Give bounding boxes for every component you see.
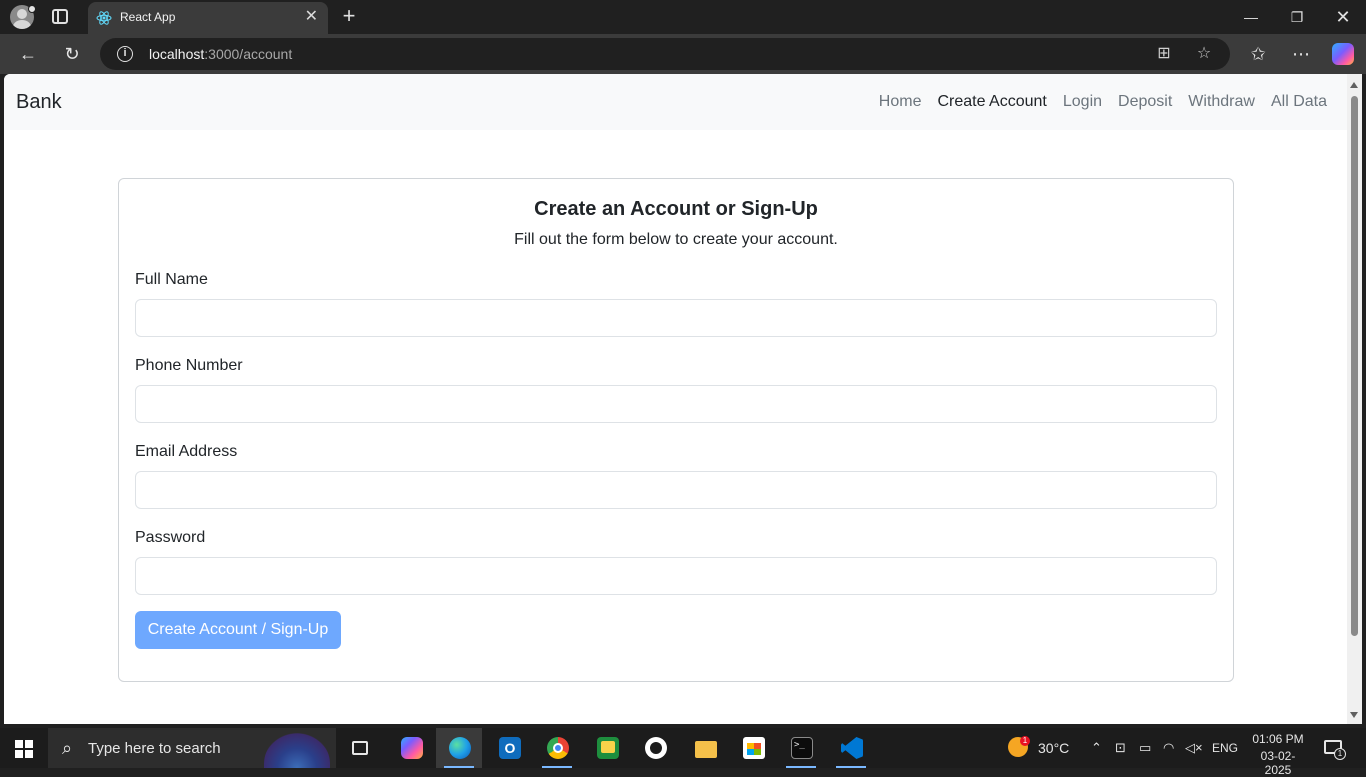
nav-link-all-data[interactable]: All Data (1271, 93, 1327, 111)
minimize-icon[interactable]: — (1228, 0, 1274, 34)
page-viewport: Bank Home Create Account Login Deposit W… (4, 74, 1347, 724)
tab-actions-icon[interactable] (52, 9, 68, 24)
battery-icon[interactable]: ▭ (1139, 740, 1151, 756)
tab-title: React App (120, 10, 176, 24)
search-highlight-image (264, 732, 330, 768)
github-taskbar-icon[interactable] (632, 728, 678, 768)
password-label: Password (135, 529, 206, 546)
file-explorer-taskbar-icon[interactable] (682, 728, 728, 768)
copilot-taskbar-icon[interactable] (388, 728, 434, 768)
nav-link-deposit[interactable]: Deposit (1118, 93, 1172, 111)
email-address-label: Email Address (135, 443, 238, 460)
scrollbar-thumb[interactable] (1351, 96, 1358, 636)
restore-icon[interactable]: ❐ (1274, 0, 1320, 34)
nav-link-login[interactable]: Login (1063, 93, 1102, 111)
navbar-brand[interactable]: Bank (16, 91, 62, 114)
copilot-icon[interactable] (1332, 43, 1354, 65)
phone-number-label: Phone Number (135, 357, 243, 374)
search-placeholder: Type here to search (88, 740, 221, 757)
classroom-taskbar-icon[interactable] (584, 728, 630, 768)
meet-now-icon[interactable]: ⊡ (1115, 740, 1126, 756)
speaker-muted-icon[interactable]: ◁× (1185, 740, 1203, 756)
phone-number-input[interactable] (135, 385, 1217, 423)
address-bar[interactable]: i localhost:3000/account ⊞ ☆ (100, 38, 1230, 70)
favorite-star-icon[interactable]: ☆ (1194, 44, 1214, 64)
create-account-button[interactable]: Create Account / Sign-Up (135, 611, 341, 649)
search-icon: ⌕ (62, 738, 73, 758)
task-view-icon[interactable] (338, 728, 384, 768)
notification-count-badge: 1 (1334, 748, 1346, 760)
navbar: Bank Home Create Account Login Deposit W… (4, 74, 1347, 130)
site-info-icon[interactable]: i (117, 46, 133, 62)
show-hidden-icons-icon[interactable]: ⌃ (1091, 740, 1102, 756)
profile-status-dot (28, 5, 36, 13)
weather-icon[interactable]: 1 (1004, 728, 1034, 768)
terminal-taskbar-icon[interactable]: >_ (778, 728, 824, 768)
taskbar-search-box[interactable]: ⌕ Type here to search (48, 728, 336, 768)
vscode-taskbar-icon[interactable] (828, 728, 874, 768)
password-input[interactable] (135, 557, 1217, 595)
close-tab-icon[interactable]: ✕ (305, 8, 318, 26)
email-address-input[interactable] (135, 471, 1217, 509)
card-title: Create an Account or Sign-Up (534, 198, 818, 220)
back-arrow-icon[interactable]: ← (16, 42, 40, 66)
new-tab-icon[interactable]: + (338, 4, 360, 28)
windows-taskbar: ⌕ Type here to search O >_ 1 30°C ⌃ ⊡ ▭ (0, 728, 1366, 777)
nav-link-create-account[interactable]: Create Account (937, 93, 1046, 111)
refresh-icon[interactable]: ↻ (60, 42, 84, 66)
outlook-taskbar-icon[interactable]: O (486, 728, 532, 768)
url-path: :3000/account (204, 46, 293, 62)
url-text[interactable]: localhost:3000/account (149, 46, 292, 62)
full-name-label: Full Name (135, 271, 208, 288)
chrome-taskbar-icon[interactable] (534, 728, 580, 768)
nav-link-home[interactable]: Home (879, 93, 922, 111)
card-subtitle: Fill out the form below to create your a… (514, 231, 838, 248)
browser-tab-bar: React App ✕ + — ❐ ✕ (0, 0, 1366, 34)
nav-links: Home Create Account Login Deposit Withdr… (879, 93, 1327, 111)
browser-tab[interactable]: React App ✕ (88, 2, 328, 34)
page-scrollbar[interactable] (1347, 74, 1362, 724)
full-name-input[interactable] (135, 299, 1217, 337)
language-indicator[interactable]: ENG (1212, 741, 1238, 755)
react-logo-icon (96, 11, 112, 25)
browser-toolbar: ← ↻ i localhost:3000/account ⊞ ☆ ✩ ⋯ (0, 34, 1366, 74)
edge-taskbar-icon[interactable] (436, 728, 482, 768)
microsoft-store-taskbar-icon[interactable] (730, 728, 776, 768)
clock-time[interactable]: 01:06 PM (1252, 732, 1304, 746)
scroll-down-arrow-icon[interactable] (1350, 712, 1358, 718)
more-menu-icon[interactable]: ⋯ (1289, 42, 1313, 66)
weather-badge: 1 (1020, 736, 1030, 746)
scroll-up-arrow-icon[interactable] (1350, 82, 1358, 88)
nav-link-withdraw[interactable]: Withdraw (1188, 93, 1255, 111)
app-available-icon[interactable]: ⊞ (1154, 44, 1174, 64)
wifi-icon[interactable]: ◠ (1163, 740, 1174, 756)
favorites-icon[interactable]: ✩ (1246, 42, 1270, 66)
url-host: localhost (149, 46, 205, 62)
close-window-icon[interactable]: ✕ (1320, 0, 1366, 34)
clock-date[interactable]: 03-02-2025 (1248, 749, 1308, 777)
windows-start-icon[interactable] (15, 740, 33, 758)
create-account-card: Create an Account or Sign-Up Fill out th… (118, 178, 1234, 682)
weather-temperature[interactable]: 30°C (1038, 740, 1069, 756)
